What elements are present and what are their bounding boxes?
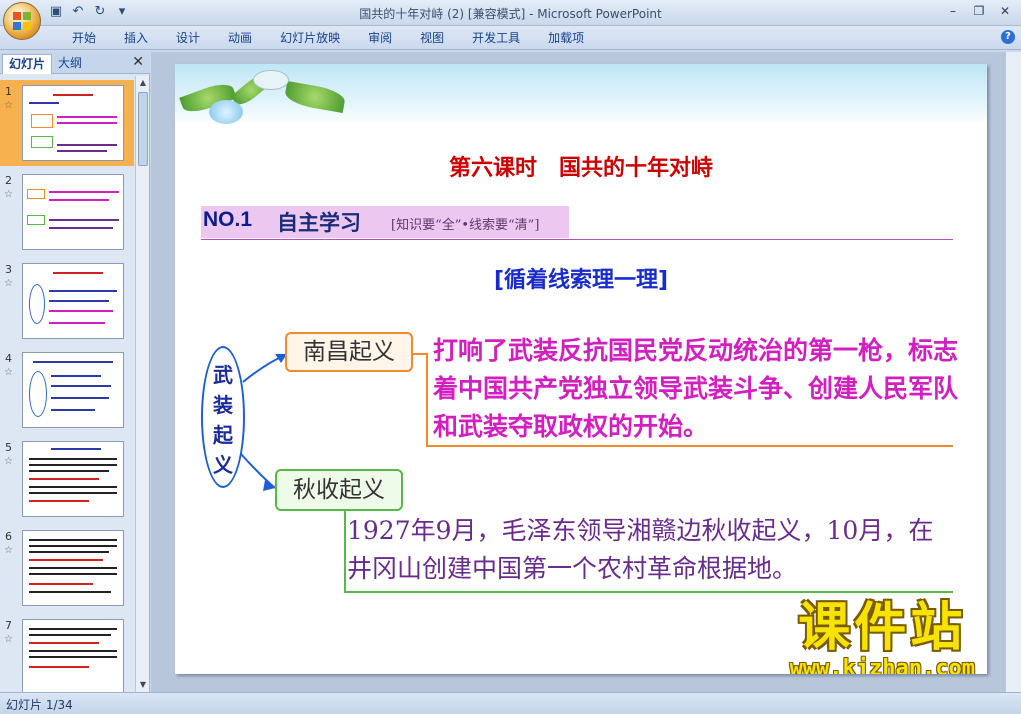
tab-addins[interactable]: 加载项: [534, 30, 598, 46]
workspace-scrollbar[interactable]: [1005, 52, 1021, 692]
slides-pane: 幻灯片 大纲 ✕ 1 ☆ 2 ☆ 3 ☆ 4 ☆ 5 ☆ 6 ☆ 7 ☆ ▲ ▼: [0, 52, 150, 692]
thumbnail-list: 1 ☆ 2 ☆ 3 ☆ 4 ☆ 5 ☆ 6 ☆ 7 ☆: [0, 76, 134, 692]
thumbnail-item[interactable]: 6 ☆: [0, 525, 134, 611]
mindmap-root-label: 武装起义: [213, 363, 233, 477]
tab-insert[interactable]: 插入: [110, 30, 162, 46]
thumbnail-item[interactable]: 4 ☆: [0, 347, 134, 433]
slide-canvas[interactable]: 第六课时 国共的十年对峙 NO.1 自主学习 [知识要“全”•线索要“清”] […: [175, 64, 987, 674]
scroll-thumb[interactable]: [138, 92, 148, 166]
office-logo-icon: [13, 12, 31, 30]
status-bar: 幻灯片 1/34: [0, 692, 1021, 714]
watermark-logo: 课件站 www.kjzhan.com: [790, 600, 975, 674]
autumn-harvest-description: 1927年9月，毛泽东领导湘赣边秋收起义，10月，在井冈山创建中国第一个农村革命…: [347, 516, 934, 583]
thumbnail-item[interactable]: 3 ☆: [0, 258, 134, 344]
animation-star-icon: ☆: [4, 100, 13, 111]
office-button[interactable]: [3, 2, 41, 40]
thumbnail-number: 5: [5, 441, 12, 454]
animation-star-icon: ☆: [4, 545, 13, 556]
slide-thumbnail: [22, 263, 124, 339]
slide-thumbnail: [22, 619, 124, 692]
thumbnail-scrollbar[interactable]: ▲ ▼: [135, 76, 149, 692]
animation-star-icon: ☆: [4, 189, 13, 200]
watermark-url: www.kjzhan.com: [789, 656, 975, 674]
restore-icon[interactable]: ❐: [967, 2, 991, 20]
tab-outline[interactable]: 大纲: [52, 54, 88, 74]
tab-animations[interactable]: 动画: [214, 30, 266, 46]
scroll-up-icon[interactable]: ▲: [136, 76, 150, 90]
slide-thumbnail: [22, 352, 124, 428]
slide-counter: 幻灯片 1/34: [6, 698, 73, 712]
tab-review[interactable]: 审阅: [354, 30, 406, 46]
thumbnail-item[interactable]: 1 ☆: [0, 80, 134, 166]
thumbnail-number: 3: [5, 263, 12, 276]
animation-star-icon: ☆: [4, 456, 13, 467]
ribbon: 开始 插入 设计 动画 幻灯片放映 审阅 视图 开发工具 加载项 ?: [0, 26, 1021, 50]
thumbnail-number: 2: [5, 174, 12, 187]
close-icon[interactable]: ✕: [132, 54, 144, 70]
thumbnail-number: 7: [5, 619, 12, 632]
scroll-down-icon[interactable]: ▼: [136, 678, 150, 692]
animation-star-icon: ☆: [4, 634, 13, 645]
slide-thumbnail: [22, 530, 124, 606]
tab-developer[interactable]: 开发工具: [458, 30, 534, 46]
ribbon-tabs: 开始 插入 设计 动画 幻灯片放映 审阅 视图 开发工具 加载项: [58, 30, 598, 46]
slide-thumbnail: [22, 174, 124, 250]
close-icon[interactable]: ✕: [993, 2, 1017, 20]
tab-home[interactable]: 开始: [58, 30, 110, 46]
thumbnail-number: 1: [5, 85, 12, 98]
watermark-text: 课件站: [798, 598, 967, 658]
nanchang-description: 打响了武装反抗国民党反动统治的第一枪，标志着中国共产党独立领导武装斗争、创建人民…: [433, 336, 959, 441]
thumbnail-item[interactable]: 2 ☆: [0, 169, 134, 255]
minimize-icon[interactable]: –: [941, 2, 965, 20]
thumbnail-number: 4: [5, 352, 12, 365]
thumbnail-number: 6: [5, 530, 12, 543]
mindmap-node-autumn-harvest: 秋收起义: [275, 469, 403, 511]
slide-thumbnail: [22, 85, 124, 161]
tab-view[interactable]: 视图: [406, 30, 458, 46]
pane-tabs: 幻灯片 大纲 ✕: [0, 52, 150, 74]
animation-star-icon: ☆: [4, 278, 13, 289]
window-title: 国共的十年对峙 (2) [兼容模式] - Microsoft PowerPoin…: [359, 7, 662, 21]
slide-workspace: 第六课时 国共的十年对峙 NO.1 自主学习 [知识要“全”•线索要“清”] […: [151, 52, 1021, 692]
thumbnail-item[interactable]: 7 ☆: [0, 614, 134, 692]
thumbnail-item[interactable]: 5 ☆: [0, 436, 134, 522]
tab-design[interactable]: 设计: [162, 30, 214, 46]
slide-thumbnail: [22, 441, 124, 517]
help-icon[interactable]: ?: [1001, 30, 1015, 44]
window-controls: – ❐ ✕: [941, 2, 1017, 20]
tab-slides[interactable]: 幻灯片: [2, 54, 53, 74]
mindmap-node-nanchang: 南昌起义: [285, 332, 413, 372]
title-bar: ▣ ↶ ↻ ▾ 国共的十年对峙 (2) [兼容模式] - Microsoft P…: [0, 0, 1021, 40]
animation-star-icon: ☆: [4, 367, 13, 378]
tab-slideshow[interactable]: 幻灯片放映: [266, 30, 354, 46]
